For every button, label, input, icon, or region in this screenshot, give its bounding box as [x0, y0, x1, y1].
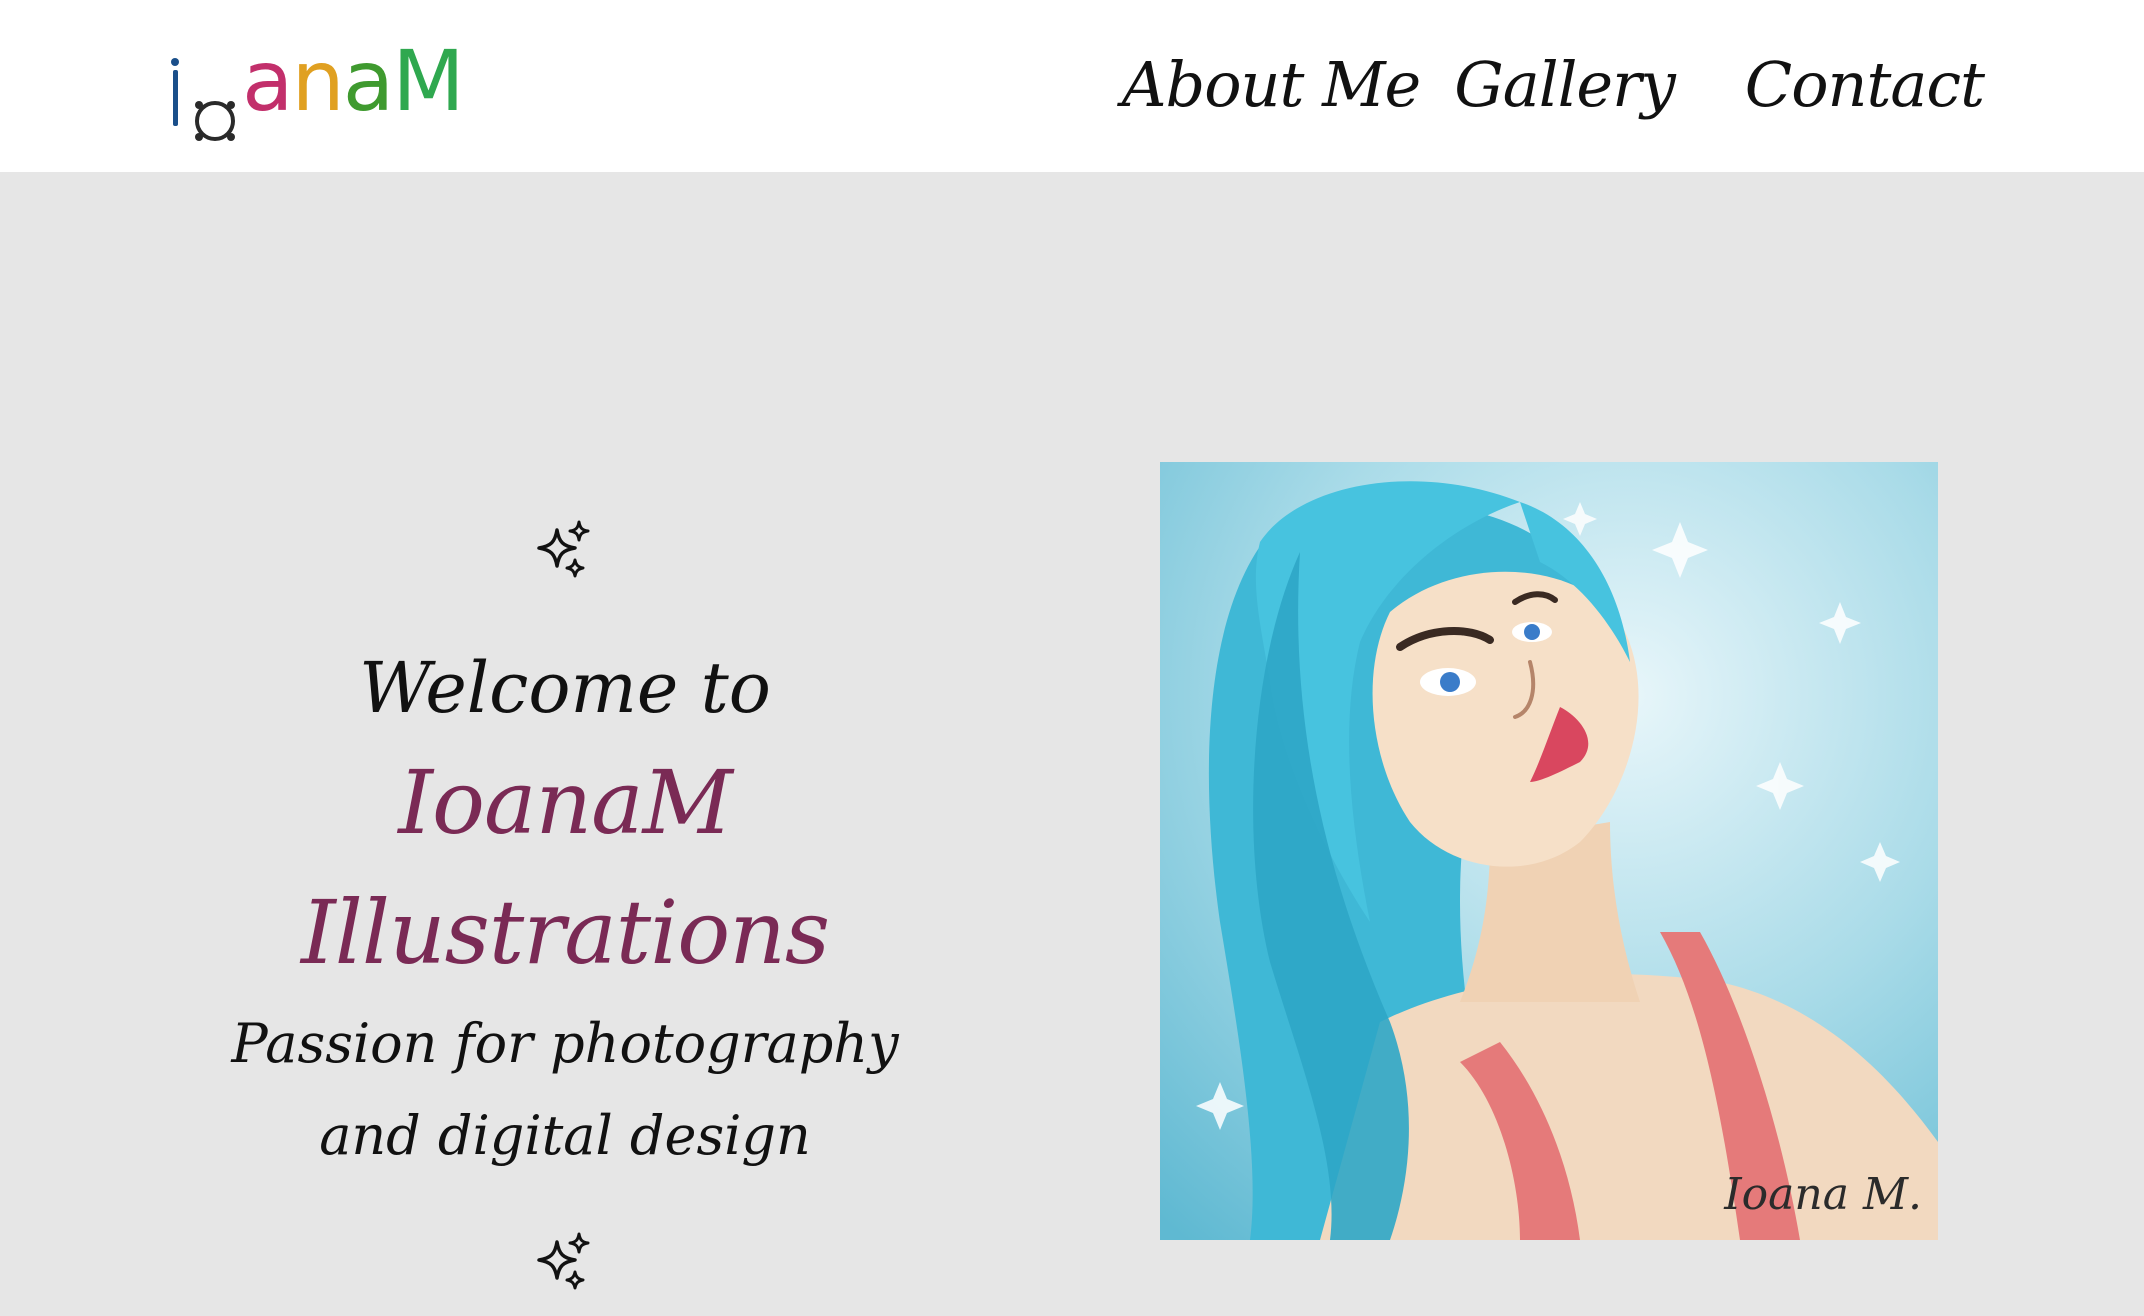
logo-letter-a1: a — [242, 32, 294, 130]
site-logo[interactable]: a n a M — [168, 32, 465, 141]
nav-gallery[interactable]: Gallery — [1454, 40, 1676, 130]
main-nav: About Me Gallery Contact — [1122, 40, 1985, 130]
logo-letter-a2: a — [342, 32, 395, 130]
sparkle-icon — [537, 520, 590, 578]
sparkle-icon — [537, 1232, 590, 1290]
brand-title: IoanaM Illustrations — [300, 751, 830, 984]
tagline-line-1: Passion for photography — [231, 1012, 899, 1075]
hero-intro: Welcome to IoanaM Illustrations Passion … — [160, 520, 970, 1292]
illustration-art — [1160, 462, 1938, 1240]
nav-about-me[interactable]: About Me — [1122, 40, 1422, 130]
logo-letter-o — [192, 70, 238, 141]
logo-letter-n: n — [291, 32, 344, 130]
nav-contact[interactable]: Contact — [1745, 40, 1985, 130]
artist-signature: Ioana M. — [1724, 1169, 1922, 1220]
welcome-text: Welcome to — [359, 647, 771, 729]
logo-letter-i — [168, 56, 184, 126]
featured-illustration[interactable]: Ioana M. — [1160, 462, 1938, 1240]
logo-letter-m: M — [392, 32, 464, 130]
tagline-line-2: and digital design — [319, 1104, 811, 1167]
site-header: a n a M About Me Gallery Contact — [0, 0, 2144, 172]
